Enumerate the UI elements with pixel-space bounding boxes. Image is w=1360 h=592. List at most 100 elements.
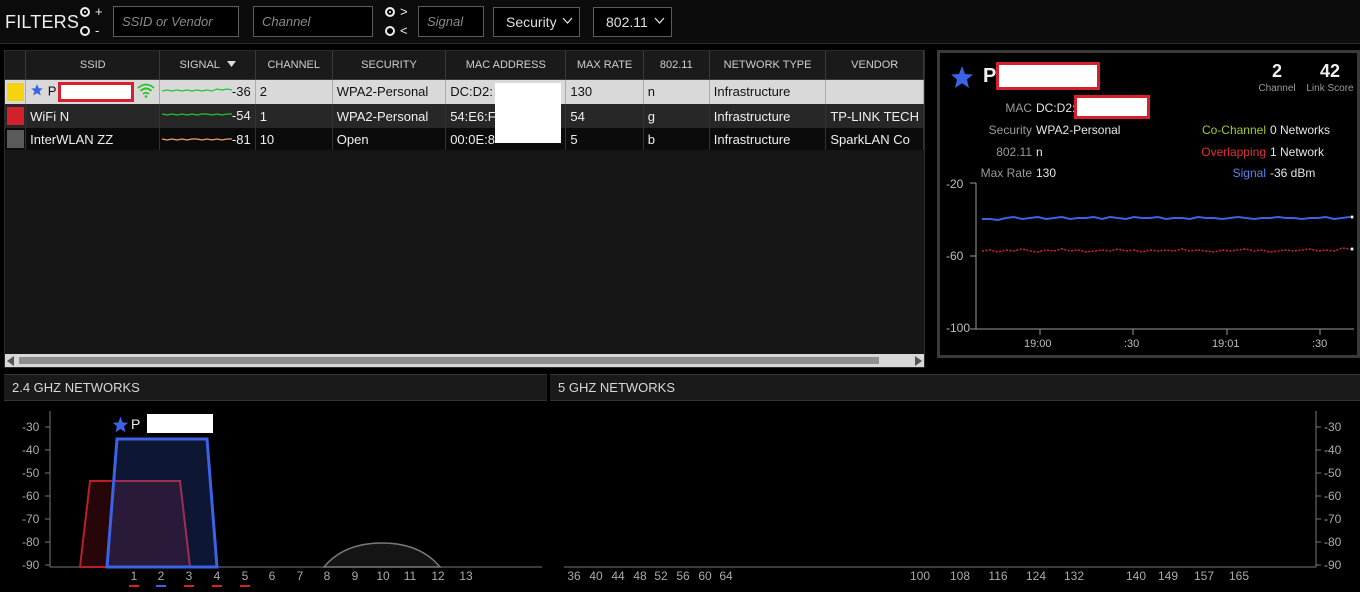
signal-input[interactable] <box>418 6 484 37</box>
scroll-thumb[interactable] <box>19 357 879 364</box>
max-rate-cell: 130 <box>565 79 644 104</box>
signal-greater-option[interactable]: > <box>385 4 419 20</box>
minus-label: - <box>95 23 100 38</box>
column-max-rate[interactable]: MAX RATE <box>565 51 644 80</box>
radio-less[interactable] <box>385 26 395 36</box>
security-cell: WPA2-Personal <box>332 79 447 104</box>
channel-label: 132 <box>1063 569 1085 583</box>
channel-label: 8 <box>323 569 331 583</box>
chart-network-label: P <box>131 416 141 432</box>
vendor-cell: TP-LINK TECH <box>825 104 924 128</box>
y-tick: -60 <box>1324 489 1342 503</box>
mode-cell: n <box>643 79 710 104</box>
signal-less-option[interactable]: < <box>385 23 419 39</box>
channel-input[interactable] <box>253 6 373 37</box>
column-security[interactable]: SECURITY <box>332 51 447 80</box>
y-tick: -80 <box>1324 535 1342 549</box>
radio-exclude[interactable] <box>80 26 90 36</box>
channel-label: 56 <box>676 569 690 583</box>
column-ssid[interactable]: SSID <box>25 51 161 80</box>
channel-label: 36 <box>567 569 581 583</box>
channel-label: 52 <box>654 569 668 583</box>
network-detail-panel: P 2 Channel 42 Link Score MAC DC:D2: Sec… <box>937 50 1360 358</box>
scroll-right-icon[interactable] <box>915 356 922 366</box>
signal-cell: -36 <box>159 79 256 104</box>
channel-chart-24ghz <box>45 411 542 569</box>
channel-label: 64 <box>719 569 733 583</box>
column-vendor[interactable]: VENDOR <box>825 51 924 80</box>
ssid-cell: P <box>25 79 161 104</box>
network-table-panel: SSID SIGNAL CHANNEL SECURITY MAC ADDRESS… <box>4 50 925 368</box>
channel-label: 124 <box>1025 569 1047 583</box>
radio-greater[interactable] <box>385 7 395 17</box>
signal-cell: -81 <box>159 128 256 150</box>
x-tick: :30 <box>1312 338 1328 350</box>
table-row[interactable]: P -36 2 WPA2-Personal DC:D2: 130 n Infra… <box>5 79 924 104</box>
max-rate-cell: 5 <box>565 128 644 150</box>
mode-cell: g <box>643 104 710 128</box>
channel-label: 1 <box>130 569 138 583</box>
channel-label: 10 <box>376 569 390 583</box>
column-mac-address[interactable]: MAC ADDRESS <box>445 51 567 80</box>
channel-label: 6 <box>268 569 276 583</box>
filters-title: FILTERS <box>5 12 80 32</box>
signal-value: -81 <box>231 132 251 147</box>
favorite-star-icon[interactable] <box>30 83 44 97</box>
y-tick: -50 <box>1324 466 1342 480</box>
column-color <box>5 51 27 80</box>
horizontal-scrollbar[interactable] <box>5 354 924 367</box>
table-row[interactable]: InterWLAN ZZ -81 10 Open 00:0E:8 5 b Inf… <box>5 128 924 150</box>
signal-history-chart <box>970 182 1354 335</box>
channel-marker <box>156 585 166 587</box>
mode-cell: b <box>643 128 710 150</box>
channel-label: 5 <box>241 569 249 583</box>
radio-include[interactable] <box>80 7 90 17</box>
security-dropdown-label: Security <box>506 14 557 30</box>
channel-label: 157 <box>1193 569 1215 583</box>
ssid-include-option[interactable]: + <box>80 4 114 20</box>
channel-label: 165 <box>1228 569 1250 583</box>
ssid-exclude-option[interactable]: - <box>80 23 114 39</box>
column-signal-label: SIGNAL <box>179 58 220 71</box>
scroll-left-icon[interactable] <box>7 356 14 366</box>
channel-label: 108 <box>949 569 971 583</box>
ssid-vendor-input[interactable] <box>113 6 239 37</box>
security-dropdown[interactable]: Security <box>493 7 580 37</box>
channel-label: 149 <box>1157 569 1179 583</box>
signal-value: -54 <box>231 108 251 123</box>
max-rate-cell: 54 <box>565 104 644 128</box>
channel-label: 100 <box>909 569 931 583</box>
channel-cell: 2 <box>255 79 333 104</box>
column-network-type[interactable]: NETWORK TYPE <box>709 51 827 80</box>
gt-label: > <box>400 4 408 19</box>
channel-label: 12 <box>431 569 445 583</box>
channel-chart-5ghz <box>564 411 1321 568</box>
redaction-box <box>57 81 134 102</box>
x-tick: 19:00 <box>1024 338 1052 350</box>
x-tick: :30 <box>1124 338 1140 350</box>
channel-label: 140 <box>1125 569 1147 583</box>
x-tick: 19:01 <box>1212 338 1240 350</box>
security-cell: Open <box>332 128 447 150</box>
column-channel[interactable]: CHANNEL <box>255 51 333 80</box>
mac-redaction-box <box>495 83 561 143</box>
row-color-swatch <box>5 104 27 128</box>
column-signal[interactable]: SIGNAL <box>159 51 256 80</box>
ssid-cell: InterWLAN ZZ <box>25 128 161 150</box>
filter-bar: FILTERS + - > < Security 802.11 <box>0 0 1360 44</box>
column-mode[interactable]: 802.11 <box>643 51 710 80</box>
mode-dropdown[interactable]: 802.11 <box>593 7 672 37</box>
row-color-swatch <box>5 79 27 104</box>
chevron-down-icon <box>654 17 665 24</box>
channel-marker <box>240 585 250 587</box>
wifi-signal-icon <box>137 83 156 98</box>
channel-marker <box>184 585 194 587</box>
vendor-cell: SparkLAN Co <box>825 128 924 150</box>
channel-label: 2 <box>157 569 165 583</box>
channel-cell: 10 <box>255 128 333 150</box>
lt-label: < <box>400 23 408 38</box>
vendor-cell <box>825 79 924 104</box>
signal-cell: -54 <box>159 104 256 128</box>
table-row[interactable]: WiFi N -54 1 WPA2-Personal 54:E6:F 54 g … <box>5 104 924 128</box>
ssid-text: P <box>47 83 57 99</box>
